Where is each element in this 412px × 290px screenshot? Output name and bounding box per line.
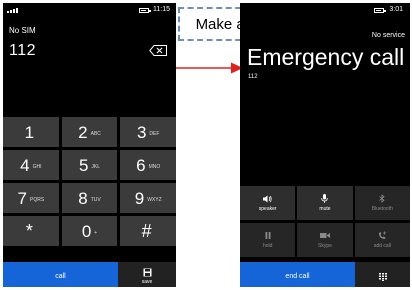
call-button[interactable]: call — [3, 262, 118, 287]
key-6[interactable]: 6 MNO — [120, 150, 176, 180]
red-arrow-icon — [176, 62, 243, 74]
speaker-button[interactable]: speaker — [240, 186, 296, 220]
dialer-screen: 11:15 No SIM 112 1 2 ABC 3 DEF 4 GHI 5 JKL 6… — [3, 3, 176, 287]
speaker-label: speaker — [258, 205, 277, 212]
speaker-icon — [263, 195, 272, 203]
end-call-button[interactable]: end call — [240, 262, 355, 287]
status-time: 11:15 — [153, 6, 170, 13]
call-title: Emergency call — [247, 44, 405, 70]
add-call-button[interactable]: add call — [354, 223, 410, 257]
emergency-call-screen: 3:01 No service Emergency call 112 speak… — [240, 3, 410, 287]
status-time: 3:01 — [389, 6, 403, 13]
hold-button[interactable]: hold — [240, 223, 296, 257]
add-call-label: add call — [373, 242, 391, 249]
skype-button[interactable]: Skype — [297, 223, 353, 257]
bluetooth-button[interactable]: Bluetooth — [354, 186, 410, 220]
mute-button[interactable]: mute — [297, 186, 353, 220]
key-8[interactable]: 8 TUV — [61, 183, 118, 213]
skype-label: Skype — [318, 242, 332, 249]
dialer-app-bar: call save — [3, 262, 176, 287]
status-bar: 3:01 — [240, 3, 410, 17]
key-1[interactable]: 1 — [3, 117, 59, 147]
add-call-icon — [378, 231, 387, 240]
key-5[interactable]: 5 JKL — [61, 150, 118, 180]
key-4[interactable]: 4 GHI — [3, 150, 59, 180]
save-label: save — [141, 279, 153, 285]
dialed-number: 112 — [9, 42, 37, 59]
video-camera-icon — [319, 232, 330, 240]
battery-icon — [139, 8, 151, 13]
key-0[interactable]: 0 + — [61, 216, 118, 246]
pause-icon — [265, 232, 271, 240]
microphone-icon — [321, 194, 329, 203]
key-hash[interactable]: # — [120, 216, 176, 246]
status-bar: 11:15 — [3, 3, 176, 17]
key-7[interactable]: 7 PQRS — [3, 183, 59, 213]
bluetooth-icon — [379, 194, 385, 203]
call-number: 112 — [248, 74, 258, 80]
dial-keypad: 1 2 ABC 3 DEF 4 GHI 5 JKL 6 MNO 7 PQRS 8 TUV 9W… — [3, 117, 176, 249]
key-star[interactable]: * — [3, 216, 59, 246]
backspace-icon[interactable] — [149, 45, 167, 56]
signal-icon — [7, 6, 19, 13]
service-status: No service — [371, 32, 405, 39]
carrier-label: No SIM — [9, 26, 36, 35]
key-2[interactable]: 2 ABC — [61, 117, 118, 147]
call-controls: speaker mute Bluetooth hold Skype add ca… — [240, 186, 410, 260]
key-9[interactable]: 9 WXYZ — [120, 183, 176, 213]
mute-label: mute — [319, 205, 331, 212]
battery-icon — [374, 8, 386, 13]
key-3[interactable]: 3 DEF — [120, 117, 176, 147]
floppy-disk-icon — [143, 268, 151, 277]
hold-label: hold — [262, 242, 273, 249]
bluetooth-label: Bluetooth — [371, 205, 393, 212]
keypad-icon — [378, 272, 387, 281]
save-button[interactable]: save — [118, 262, 176, 287]
keypad-button[interactable] — [355, 262, 410, 287]
